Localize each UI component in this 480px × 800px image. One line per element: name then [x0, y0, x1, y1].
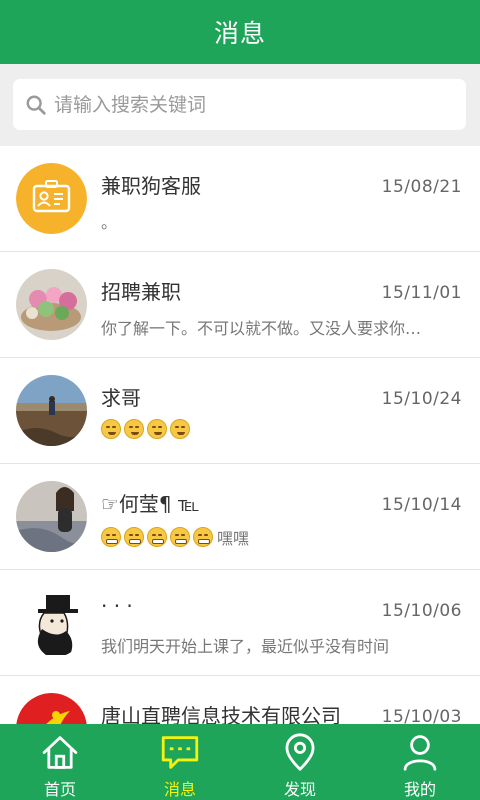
tab-label: 首页: [43, 780, 76, 799]
avatar: [16, 375, 87, 446]
emoji-preview: 嘿嘿: [101, 525, 249, 549]
message-item[interactable]: 唐山直聘信息技术有限公司 15/10/03: [0, 676, 480, 724]
smirk-emoji-icon: [124, 419, 144, 439]
home-icon: [42, 736, 78, 769]
smirk-emoji-icon: [147, 419, 167, 439]
message-list: 兼职狗客服 15/08/21 。 招聘兼职 15/11/01 你了解一下。不可以…: [0, 146, 480, 724]
message-preview: 我们明天开始上课了，最近似乎没有时间: [101, 637, 390, 656]
message-item[interactable]: · · · 15/10/06 我们明天开始上课了，最近似乎没有时间: [0, 570, 480, 676]
flower-photo: [16, 269, 87, 340]
woman-photo: [16, 481, 87, 552]
smirk-emoji-icon: [170, 419, 190, 439]
landscape-photo: [16, 375, 87, 446]
grin-emoji-icon: [147, 527, 167, 547]
avatar: [16, 269, 87, 340]
grin-emoji-icon: [124, 527, 144, 547]
message-date: 15/11/01: [381, 283, 462, 303]
location-pin-icon: [285, 733, 315, 771]
message-preview: 。: [101, 213, 118, 232]
grin-emoji-icon: [101, 527, 121, 547]
message-date: 15/10/03: [381, 707, 462, 724]
user-icon: [403, 735, 437, 771]
avatar: [16, 481, 87, 552]
tab-discover[interactable]: 发现: [240, 724, 360, 800]
contact-name: 招聘兼职: [101, 280, 181, 304]
tab-messages[interactable]: 消息: [120, 724, 240, 800]
message-item[interactable]: 招聘兼职 15/11/01 你了解一下。不可以就不做。又没人要求你…: [0, 252, 480, 358]
contact-name: ☞何莹¶ ℡: [101, 492, 200, 516]
message-date: 15/10/06: [381, 601, 462, 621]
message-item[interactable]: ☞何莹¶ ℡ 15/10/14 嘿嘿: [0, 464, 480, 570]
contact-name: 唐山直聘信息技术有限公司: [101, 704, 341, 724]
message-preview: 嘿嘿: [217, 529, 250, 548]
grin-emoji-icon: [170, 527, 190, 547]
bottom-tab-bar: 首页 消息 发现 我的: [0, 724, 480, 800]
cartoon-hat-man: [16, 587, 87, 658]
contact-name: 求哥: [101, 386, 141, 410]
avatar: [16, 163, 87, 234]
search-box[interactable]: [13, 79, 466, 130]
avatar: [16, 693, 87, 724]
search-icon: [26, 95, 46, 115]
smirk-emoji-icon: [101, 419, 121, 439]
search-input[interactable]: [54, 93, 444, 116]
tab-mine[interactable]: 我的: [360, 724, 480, 800]
company-logo: [16, 693, 87, 724]
title-bar: 消息: [0, 0, 480, 64]
message-item[interactable]: 求哥 15/10/24: [0, 358, 480, 464]
message-date: 15/10/14: [381, 495, 462, 515]
contact-name: · · ·: [101, 594, 133, 618]
message-preview: 你了解一下。不可以就不做。又没人要求你…: [101, 319, 422, 338]
message-item[interactable]: 兼职狗客服 15/08/21 。: [0, 146, 480, 252]
grin-emoji-icon: [193, 527, 213, 547]
tab-home[interactable]: 首页: [0, 724, 120, 800]
message-date: 15/10/24: [381, 389, 462, 409]
avatar: [16, 587, 87, 658]
tab-label: 消息: [163, 780, 196, 799]
emoji-preview: [101, 419, 193, 439]
search-area: [0, 64, 480, 146]
tab-label: 我的: [403, 780, 436, 799]
chat-icon: [161, 736, 199, 769]
message-date: 15/08/21: [381, 177, 462, 197]
page-title: 消息: [213, 19, 266, 48]
tab-label: 发现: [283, 780, 316, 799]
contact-name: 兼职狗客服: [101, 174, 201, 198]
app: 消息 请输入搜索关键词 兼职狗客服 15/08/21 。 招聘兼职 15/11/…: [0, 0, 480, 800]
service-badge-icon: [16, 163, 87, 234]
